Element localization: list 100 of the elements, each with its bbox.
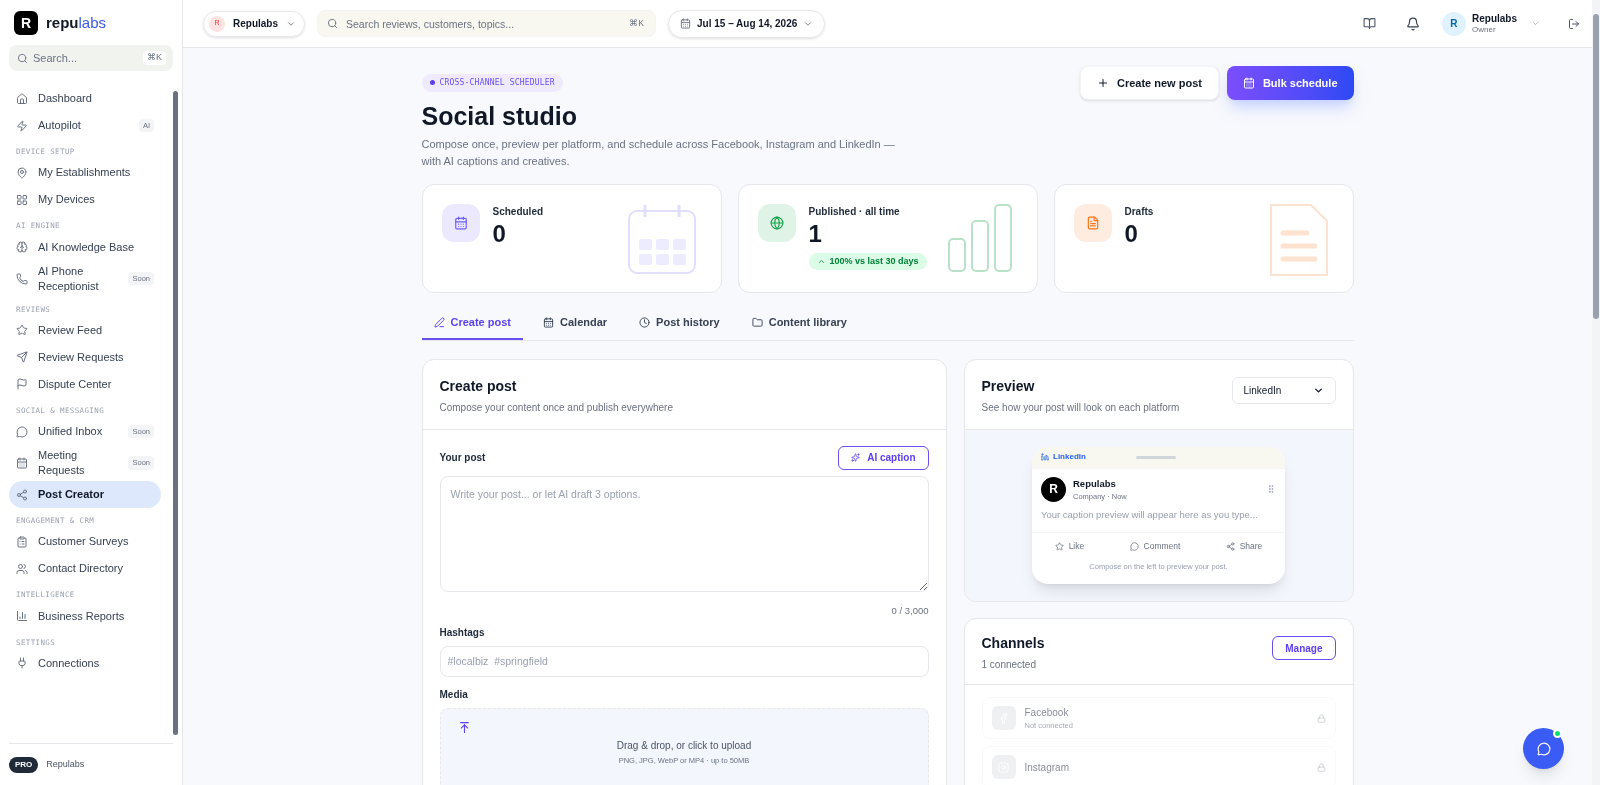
nav-icon xyxy=(16,166,28,179)
nav-icon xyxy=(16,657,28,670)
stat-label: Published · all time xyxy=(808,204,901,219)
action-icon xyxy=(1129,541,1139,551)
user-menu[interactable]: R Repulabs Owner xyxy=(1442,11,1540,36)
tab-icon xyxy=(751,316,763,328)
nav-icon xyxy=(16,457,28,469)
notification-icon[interactable] xyxy=(1406,16,1420,31)
page-title: Social studio xyxy=(421,101,579,132)
lock-icon xyxy=(1316,713,1326,723)
logout-icon[interactable] xyxy=(1568,17,1580,30)
brand-name: repulabs xyxy=(46,12,107,33)
nav-item[interactable]: Business Reports xyxy=(9,602,161,630)
caption-preview: Your caption preview will appear here as you type... xyxy=(1041,508,1259,522)
page-description: Compose once, preview per platform, and schedule across Facebook, Instagram and LinkedIn — with AI captions and creatives. xyxy=(421,136,896,169)
nav-icon xyxy=(16,351,28,364)
card-title: Preview xyxy=(981,376,1036,396)
lock-icon xyxy=(1316,762,1326,772)
stat-value: 0 xyxy=(492,218,507,249)
calendar-icon xyxy=(680,18,691,29)
nav-icon xyxy=(16,610,28,622)
sparkle-icon xyxy=(851,453,861,462)
shortcut-hint: ⌘K xyxy=(629,17,644,30)
card-title: Channels xyxy=(981,634,1045,653)
workspace-name: Repulabs xyxy=(233,17,278,31)
trend-badge: 100% vs last 30 days xyxy=(808,252,927,270)
tab[interactable]: Create post xyxy=(421,306,524,340)
account-name: Repulabs xyxy=(1073,476,1117,491)
nav-icon xyxy=(16,378,28,391)
card-subtitle: See how your post will look on each platform xyxy=(981,400,1180,415)
upload-icon xyxy=(457,720,471,734)
post-action[interactable]: Like xyxy=(1054,540,1085,553)
nav-icon xyxy=(16,562,28,575)
shortcut-hint: ⌘K xyxy=(143,51,166,65)
nav-item[interactable]: AI Knowledge Base xyxy=(9,233,161,261)
nav-icon xyxy=(16,324,28,337)
drag-handle-icon[interactable] xyxy=(1266,484,1276,495)
field-label: Media xyxy=(439,687,468,702)
platform-select[interactable]: LinkedIn xyxy=(1231,376,1336,404)
tab[interactable]: Content library xyxy=(739,306,859,340)
channel-name: Instagram xyxy=(1024,760,1070,775)
nav-icon xyxy=(16,241,28,253)
tab[interactable]: Post history xyxy=(627,306,732,340)
action-icon xyxy=(1054,541,1064,551)
card-subtitle: 1 connected xyxy=(981,658,1037,672)
plus-icon xyxy=(1096,77,1109,89)
nav-item[interactable]: Connections xyxy=(9,649,161,677)
tab-icon xyxy=(433,316,445,328)
character-counter: 0 / 3,000 xyxy=(891,603,929,618)
action-icon xyxy=(1225,541,1235,551)
tab-icon xyxy=(639,316,651,328)
upload-text: Drag & drop, or click to upload xyxy=(615,738,753,753)
chevron-down-icon xyxy=(1531,19,1540,28)
nav-item[interactable]: Dashboard xyxy=(9,85,161,112)
chat-icon xyxy=(1536,741,1551,756)
stat-label: Scheduled xyxy=(492,204,545,219)
nav-icon xyxy=(16,272,28,285)
post-action[interactable]: Comment xyxy=(1129,540,1181,553)
book-icon[interactable] xyxy=(1363,17,1376,30)
manage-button[interactable]: Manage xyxy=(1272,636,1336,660)
field-label: Your post xyxy=(439,451,486,465)
post-action[interactable]: Share xyxy=(1225,540,1263,553)
post-textarea[interactable]: Write your post... or let AI draft 3 options. xyxy=(439,475,929,592)
plan-badge: PRO xyxy=(9,756,39,773)
eyebrow-badge: CROSS-CHANNEL SCHEDULER xyxy=(421,73,563,92)
hashtags-input[interactable]: #localbiz #springfield xyxy=(439,645,929,677)
bar-chart-drawing xyxy=(946,202,1013,273)
nav-icon xyxy=(16,119,28,132)
bulk-schedule-button[interactable]: Bulk schedule xyxy=(1226,66,1354,100)
search-icon xyxy=(17,53,28,64)
nav-item[interactable]: My Establishments xyxy=(9,159,161,187)
chat-button[interactable] xyxy=(1523,728,1564,769)
tab[interactable]: Calendar xyxy=(531,306,620,340)
calendar-icon xyxy=(1242,77,1255,89)
nav-item[interactable]: Dispute Center xyxy=(9,370,161,398)
brand-logo: R xyxy=(14,11,38,35)
nav-icon xyxy=(16,193,28,206)
search-icon xyxy=(327,18,338,29)
nav-item[interactable]: Customer Surveys xyxy=(9,528,161,556)
nav-item[interactable]: Review Feed xyxy=(9,316,161,344)
account-avatar: R xyxy=(1041,476,1066,502)
nav-item[interactable]: Review Requests xyxy=(9,343,161,371)
channel-name: Facebook xyxy=(1024,705,1070,720)
nav-item[interactable]: Post Creator xyxy=(9,481,161,508)
platform-label: LinkedIn xyxy=(1041,451,1086,463)
scrollbar[interactable] xyxy=(1592,0,1600,785)
nav-icon xyxy=(16,425,28,438)
stat-value: 1 xyxy=(808,218,823,249)
linkedin-icon xyxy=(1041,453,1049,461)
field-label: Hashtags xyxy=(439,625,485,640)
stat-label: Drafts xyxy=(1124,204,1155,219)
scrollbar[interactable] xyxy=(173,91,178,735)
nav-icon xyxy=(16,535,28,548)
create-post-button[interactable]: Create new post xyxy=(1079,66,1219,100)
stat-value: 0 xyxy=(1124,218,1139,249)
ai-caption-button[interactable]: AI caption xyxy=(838,445,929,470)
nav-item[interactable]: My Devices xyxy=(9,186,161,214)
nav-item[interactable]: Contact Directory xyxy=(9,555,161,583)
card-subtitle: Compose your content once and publish everywhere xyxy=(439,400,674,415)
nav-icon xyxy=(16,92,28,105)
